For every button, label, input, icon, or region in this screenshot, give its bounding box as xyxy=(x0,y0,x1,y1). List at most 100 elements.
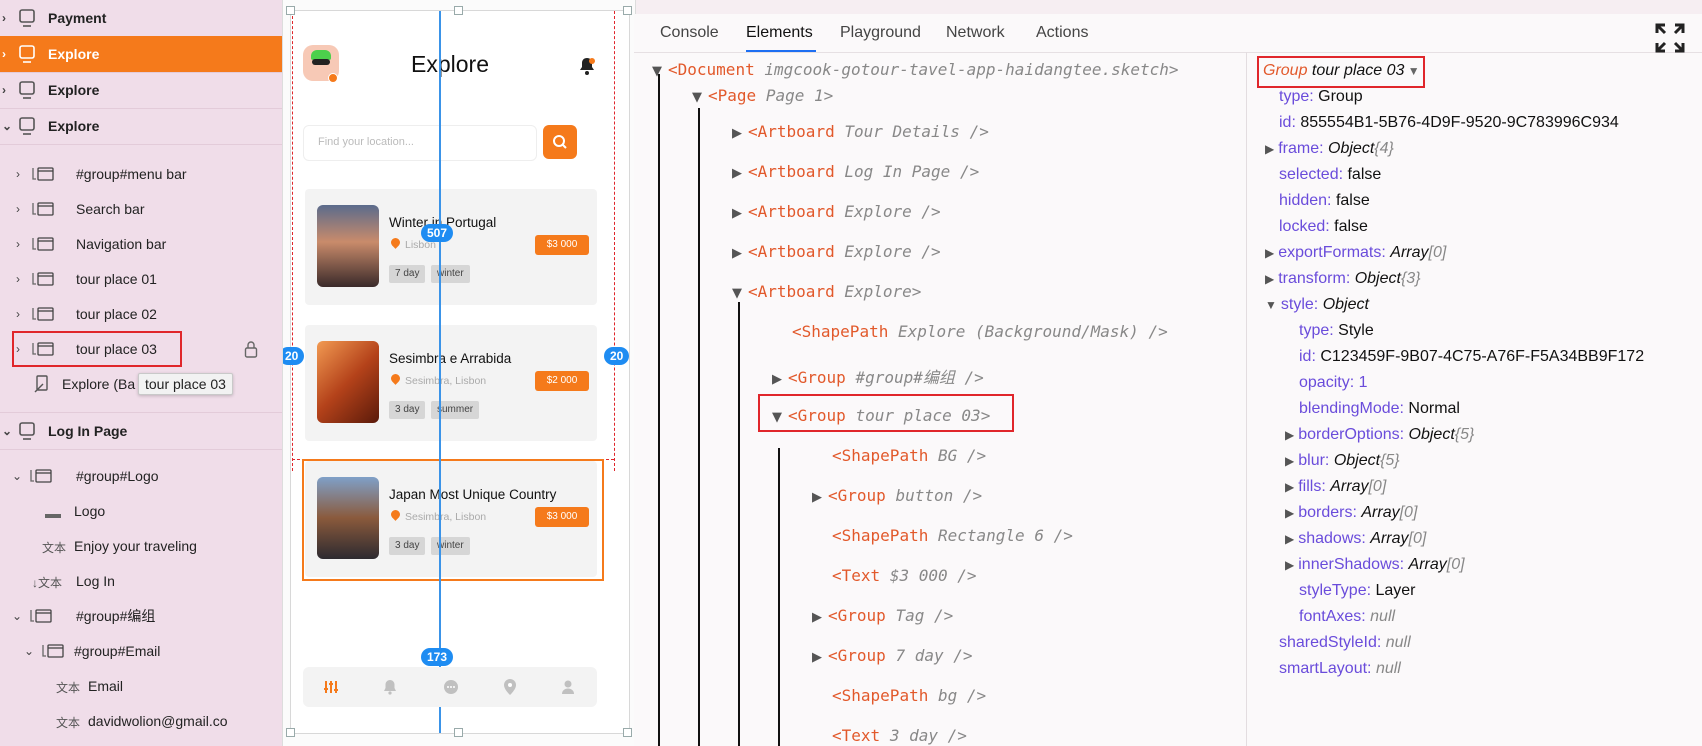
tree-node-group[interactable]: ▶ <Group 7 day /> xyxy=(812,646,973,665)
price-badge[interactable]: $3 000 xyxy=(535,235,589,255)
chevron-right-icon[interactable]: › xyxy=(16,167,20,181)
tab-console[interactable]: Console xyxy=(660,24,719,42)
tree-close: /> xyxy=(954,368,984,387)
chat-icon[interactable] xyxy=(443,679,459,695)
tree-node-text[interactable]: <Text $3 000 /> xyxy=(812,566,977,585)
resize-handle[interactable] xyxy=(623,728,632,737)
chevron-right-icon[interactable]: › xyxy=(16,237,20,251)
tree-node-artboard[interactable]: ▶ <Artboard Explore /> xyxy=(732,202,941,221)
tree-node-document[interactable]: ▼ <Document imgcook-gotour-tavel-app-haid… xyxy=(652,60,1179,79)
bell-icon[interactable] xyxy=(383,679,397,695)
layer-login-item-2[interactable]: 文本 Enjoy your traveling xyxy=(0,528,282,564)
layer-label: Payment xyxy=(48,10,107,26)
tree-bracket: < xyxy=(748,282,758,301)
tour-location: Sesimbra, Lisbon xyxy=(405,375,487,387)
resize-handle[interactable] xyxy=(454,6,463,15)
layer-login-item-4[interactable]: ⌄ #group#编组 xyxy=(0,598,282,634)
chevron-down-icon[interactable]: ⌄ xyxy=(24,644,34,658)
price-badge[interactable]: $2 000 xyxy=(535,371,589,391)
props-header[interactable]: Group tour place 03 ▼ xyxy=(1263,62,1420,80)
lock-icon[interactable] xyxy=(244,340,258,361)
layer-artboard-3[interactable]: ⌄ Explore xyxy=(0,108,282,145)
tour-card[interactable]: Sesimbra e Arrabida Sesimbra, Lisbon $2 … xyxy=(305,325,597,441)
location-icon[interactable] xyxy=(503,678,517,696)
tour-card[interactable]: Winter in Portugal Lisbon $3 000 7 day w… xyxy=(305,189,597,305)
prop-fills[interactable]: ▶ fills: Array[0] xyxy=(1285,478,1386,496)
tree-close: > xyxy=(823,86,834,105)
chevron-right-icon[interactable]: › xyxy=(2,47,6,61)
layer-login-item-7[interactable]: 文本 davidwolion@gmail.co xyxy=(0,703,282,739)
tab-network[interactable]: Network xyxy=(946,24,1005,42)
resize-handle[interactable] xyxy=(286,6,295,15)
prop-shadows[interactable]: ▶ shadows: Array[0] xyxy=(1285,530,1426,548)
tab-playground[interactable]: Playground xyxy=(840,24,921,42)
tree-node-shapepath[interactable]: <ShapePath Rectangle 6 /> xyxy=(812,526,1073,545)
tree-node-artboard[interactable]: ▶ <Artboard Explore /> xyxy=(732,242,941,261)
resize-handle[interactable] xyxy=(454,728,463,737)
prop-blur[interactable]: ▶ blur: Object{5} xyxy=(1285,452,1400,470)
prop-transform[interactable]: ▶ transform: Object{3} xyxy=(1265,270,1421,288)
fullscreen-icon[interactable] xyxy=(1654,22,1686,54)
chevron-down-icon[interactable]: ⌄ xyxy=(2,424,12,438)
tree-bracket: < xyxy=(832,686,842,705)
tree-node-page[interactable]: ▼ <Page Page 1> xyxy=(692,86,833,105)
prop-value: C123459F-9B07-4C75-A76F-F5A34BB9F172 xyxy=(1320,348,1645,365)
bell-icon[interactable] xyxy=(579,57,595,75)
layer-artboard-2[interactable]: › Explore xyxy=(0,72,282,109)
tree-node-shapepath[interactable]: <ShapePath bg /> xyxy=(812,686,986,705)
tree-attr: button xyxy=(895,486,954,505)
layer-artboard-0[interactable]: › Payment xyxy=(0,0,282,37)
layer-artboard-1[interactable]: › Explore xyxy=(0,36,282,73)
chevron-right-icon[interactable]: ⌄ xyxy=(2,119,12,133)
tree-node-text[interactable]: <Text 3 day /> xyxy=(812,726,967,745)
layer-item-0[interactable]: › #group#menu bar xyxy=(0,156,282,192)
tree-node-artboard[interactable]: ▶ <Artboard Log In Page /> xyxy=(732,162,979,181)
chevron-right-icon[interactable]: › xyxy=(2,83,6,97)
tab-elements[interactable]: Elements xyxy=(746,24,813,42)
layer-login-item-1[interactable]: Logo xyxy=(0,493,282,529)
prop-borderOptions[interactable]: ▶ borderOptions: Object{5} xyxy=(1285,426,1474,444)
chevron-down-icon[interactable]: ⌄ xyxy=(12,469,22,483)
resize-handle[interactable] xyxy=(286,728,295,737)
layer-login-item-6[interactable]: 文本 Email xyxy=(0,668,282,704)
tree-node-artboard[interactable]: ▶ <Artboard Tour Details /> xyxy=(732,122,989,141)
layer-item-3[interactable]: › tour place 01 xyxy=(0,261,282,297)
tab-actions[interactable]: Actions xyxy=(1036,24,1088,42)
layer-item-4[interactable]: › tour place 02 xyxy=(0,296,282,332)
chevron-down-icon[interactable]: ⌄ xyxy=(12,609,22,623)
tree-node-shapepath[interactable]: <ShapePath Explore (Background/Mask) /> xyxy=(772,322,1168,341)
layer-login-item-0[interactable]: ⌄ #group#Logo xyxy=(0,458,282,494)
layer-login-item-5[interactable]: ⌄ #group#Email xyxy=(0,633,282,669)
layer-login-item-3[interactable]: ↓文本 Log In xyxy=(0,563,282,599)
search-input[interactable]: Find your location... xyxy=(303,125,537,161)
layer-artboard-login[interactable]: ⌄ Log In Page xyxy=(0,412,282,450)
chevron-right-icon[interactable]: › xyxy=(16,307,20,321)
phone-artboard[interactable]: Explore Find your location... Winter in … xyxy=(283,10,630,734)
prop-colon: : xyxy=(1325,218,1335,235)
tree-node-artboard[interactable]: ▼ <Artboard Explore> xyxy=(732,282,921,301)
tree-close: /> xyxy=(947,566,977,585)
layer-item-2[interactable]: › Navigation bar xyxy=(0,226,282,262)
user-icon[interactable] xyxy=(561,679,575,695)
prop-style[interactable]: ▼ style: Object xyxy=(1265,296,1369,314)
prop-borders[interactable]: ▶ borders: Array[0] xyxy=(1285,504,1417,522)
layer-item-1[interactable]: › Search bar xyxy=(0,191,282,227)
prop-exportFormats[interactable]: ▶ exportFormats: Array[0] xyxy=(1265,244,1446,262)
chevron-right-icon[interactable]: › xyxy=(16,272,20,286)
chevron-right-icon[interactable]: › xyxy=(16,202,20,216)
avatar[interactable] xyxy=(303,45,339,83)
prop-innerShadows[interactable]: ▶ innerShadows: Array[0] xyxy=(1285,556,1465,574)
sliders-icon[interactable] xyxy=(323,679,339,695)
chevron-right-icon[interactable]: › xyxy=(2,11,6,25)
caret-down-icon[interactable]: ▼ xyxy=(1404,64,1420,78)
prop-frame[interactable]: ▶ frame: Object{4} xyxy=(1265,140,1394,158)
search-button[interactable] xyxy=(543,125,577,159)
tree-node-group[interactable]: ▶ <Group Tag /> xyxy=(812,606,953,625)
tree-node-group[interactable]: ▶ <Group button /> xyxy=(812,486,982,505)
prop-locked: locked: false xyxy=(1279,218,1368,236)
tree-node-shapepath[interactable]: <ShapePath BG /> xyxy=(812,446,986,465)
resize-handle[interactable] xyxy=(623,6,632,15)
tree-node-group[interactable]: ▶ <Group #group#编组 /> xyxy=(772,364,984,388)
prop-key: type xyxy=(1279,88,1310,105)
prop-key: blendingMode xyxy=(1299,400,1400,417)
